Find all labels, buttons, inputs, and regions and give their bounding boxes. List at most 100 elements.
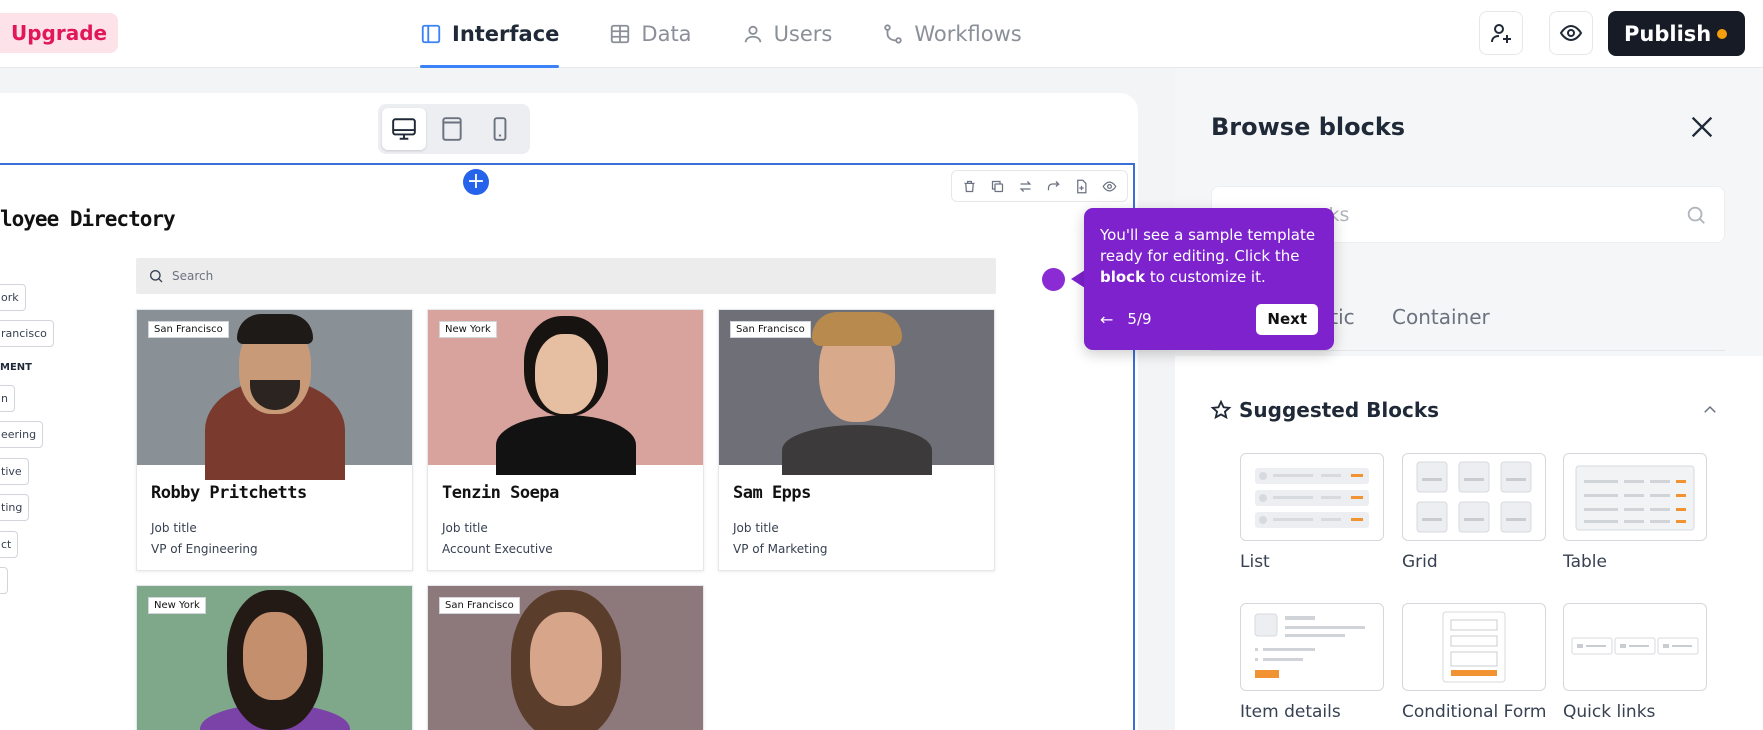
- block-conditional-form[interactable]: [1402, 603, 1546, 691]
- tabs-divider: [1211, 350, 1725, 351]
- tooltip-text: You'll see a sample template ready for e…: [1100, 225, 1318, 288]
- block-table[interactable]: [1563, 453, 1707, 541]
- swap-icon[interactable]: [1018, 179, 1033, 194]
- conditional-form-thumbnail-icon: [1442, 611, 1506, 683]
- tab-interface[interactable]: Interface: [420, 0, 560, 68]
- suggested-blocks-title: Suggested Blocks: [1239, 398, 1440, 422]
- grid-thumbnail-icon: [1416, 461, 1532, 533]
- employee-card[interactable]: San Francisco Sam Epps Job title VP of M…: [718, 309, 995, 571]
- publish-label: Publish: [1624, 21, 1712, 46]
- employee-photo: San Francisco: [719, 310, 994, 475]
- unpublished-dot: [1717, 29, 1727, 39]
- tab-container[interactable]: Container: [1392, 305, 1490, 329]
- tablet-icon: [442, 117, 462, 141]
- block-label: Quick links: [1563, 702, 1656, 722]
- block-grid[interactable]: [1402, 453, 1546, 541]
- location-tag: San Francisco: [148, 321, 229, 338]
- trash-icon[interactable]: [962, 179, 977, 194]
- tablet-view-button[interactable]: [430, 108, 474, 150]
- close-icon[interactable]: [1688, 113, 1716, 141]
- add-page-icon[interactable]: [1074, 179, 1089, 194]
- tour-step-counter: 5/9: [1127, 309, 1152, 328]
- employee-name: Sam Epps: [733, 483, 811, 503]
- filter-chip[interactable]: n: [0, 385, 15, 412]
- employee-name: Tenzin Soepa: [442, 483, 559, 503]
- panel-title: Browse blocks: [1211, 113, 1406, 141]
- eye-icon: [1559, 24, 1583, 42]
- tab-label: Interface: [452, 22, 560, 46]
- location-tag: New York: [148, 597, 206, 614]
- upgrade-button[interactable]: Upgrade: [0, 13, 119, 53]
- filter-chip[interactable]: tive: [0, 458, 29, 485]
- preview-button[interactable]: [1549, 11, 1593, 55]
- tab-label: Users: [773, 22, 833, 46]
- star-icon: [1210, 399, 1232, 420]
- duplicate-icon[interactable]: [990, 179, 1005, 194]
- tooltip-footer: ← 5/9 Next: [1100, 303, 1318, 335]
- filter-chip[interactable]: ct: [0, 531, 19, 558]
- invite-user-button[interactable]: [1479, 11, 1523, 55]
- main-tabs: Interface Data Users Workflows: [420, 0, 1072, 68]
- employee-photo: New York: [137, 586, 412, 730]
- redo-icon[interactable]: [1046, 179, 1061, 194]
- user-icon: [744, 25, 761, 43]
- desktop-view-button[interactable]: [382, 108, 426, 150]
- quick-links-thumbnail-icon: [1571, 637, 1699, 655]
- block-label: List: [1240, 552, 1270, 572]
- item-details-thumbnail-icon: [1254, 613, 1365, 678]
- tour-hotspot-dot[interactable]: [1042, 268, 1065, 291]
- employee-card[interactable]: New York Tenzin Soepa Job title Account …: [427, 309, 704, 571]
- tooltip-arrow: [1071, 270, 1085, 288]
- employee-name: Robby Pritchetts: [151, 483, 307, 503]
- block-list[interactable]: [1240, 453, 1384, 541]
- tour-tooltip: You'll see a sample template ready for e…: [1084, 208, 1334, 350]
- next-button[interactable]: Next: [1256, 303, 1318, 335]
- back-arrow-icon[interactable]: ←: [1100, 309, 1113, 330]
- filter-chip[interactable]: eering: [0, 421, 44, 448]
- add-block-button[interactable]: +: [463, 169, 489, 195]
- job-label: Job title: [151, 521, 197, 535]
- list-thumbnail-icon: [1255, 468, 1369, 528]
- employee-card[interactable]: New York: [136, 585, 413, 730]
- employee-photo: San Francisco: [428, 586, 703, 730]
- block-quick-links[interactable]: [1563, 603, 1707, 691]
- desktop-icon: [392, 118, 416, 140]
- search-icon: [150, 270, 163, 283]
- visibility-icon[interactable]: [1102, 179, 1117, 194]
- publish-button[interactable]: Publish: [1608, 11, 1745, 56]
- filter-chip[interactable]: ting: [0, 494, 30, 521]
- filter-chip[interactable]: rancisco: [0, 320, 54, 347]
- chevron-up-icon[interactable]: [1701, 401, 1719, 419]
- location-tag: New York: [439, 321, 497, 338]
- mobile-view-button[interactable]: [478, 108, 522, 150]
- tab-data[interactable]: Data: [609, 0, 692, 68]
- tab-workflows[interactable]: Workflows: [882, 0, 1022, 68]
- block-toolbar: [951, 170, 1128, 202]
- tooltip-text-start: You'll see a sample template ready for e…: [1100, 226, 1316, 265]
- employee-card[interactable]: San Francisco Robby Pritchetts Job title…: [136, 309, 413, 571]
- table-icon: [611, 24, 630, 44]
- tab-users[interactable]: Users: [742, 0, 833, 68]
- filter-group-heading: MENT: [0, 362, 32, 373]
- top-bar: Upgrade Interface Data Users Workflows P…: [0, 0, 1763, 68]
- employee-card[interactable]: San Francisco: [427, 585, 704, 730]
- tooltip-text-bold: block: [1100, 268, 1146, 286]
- block-item-details[interactable]: [1240, 603, 1384, 691]
- workflow-icon: [884, 24, 903, 44]
- block-label: Grid: [1402, 552, 1438, 572]
- device-toggle: [378, 104, 530, 154]
- job-label: Job title: [442, 521, 488, 535]
- mobile-icon: [493, 117, 507, 141]
- directory-title: loyee Directory: [0, 207, 176, 231]
- directory-search-input[interactable]: Search: [136, 258, 996, 294]
- location-tag: San Francisco: [439, 597, 520, 614]
- filter-chip[interactable]: [0, 567, 8, 594]
- employee-photo: New York: [428, 310, 703, 475]
- block-label: Conditional Form: [1402, 702, 1547, 722]
- layout-icon: [421, 24, 441, 44]
- table-thumbnail-icon: [1575, 465, 1695, 531]
- search-icon: [1687, 206, 1705, 224]
- location-tag: San Francisco: [730, 321, 811, 338]
- filter-chip[interactable]: ork: [0, 284, 26, 311]
- job-title: VP of Engineering: [151, 542, 258, 556]
